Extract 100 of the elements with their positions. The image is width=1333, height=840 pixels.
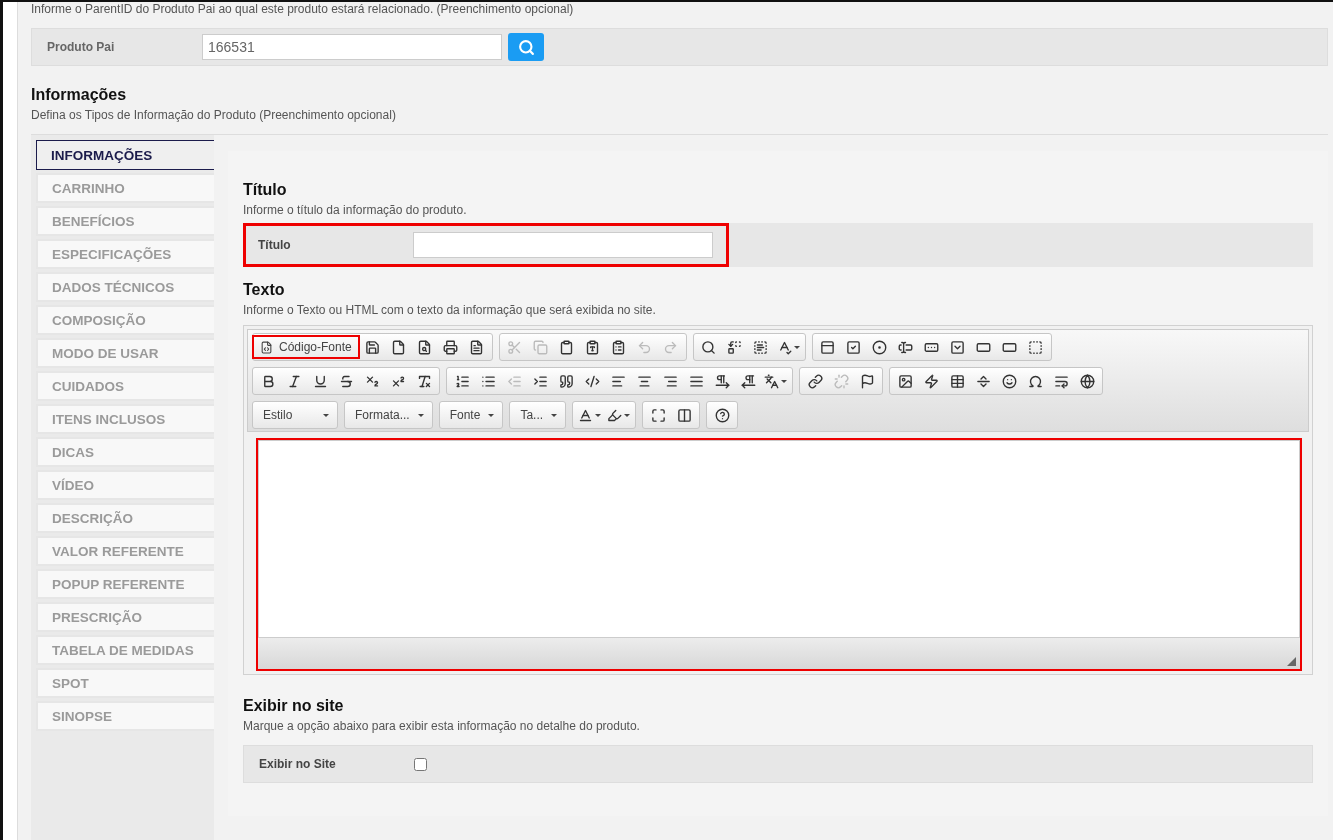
- div-icon: [584, 373, 600, 389]
- text-field-icon: [898, 339, 914, 355]
- field-label: Produto Pai: [47, 40, 116, 54]
- section-title: Título: [243, 181, 288, 199]
- show-on-site-checkbox[interactable]: [414, 757, 427, 771]
- tab[interactable]: BENEFÍCIOS: [36, 206, 214, 236]
- form-icon: [820, 339, 836, 355]
- indent-icon: [532, 373, 548, 389]
- resize-grip-icon[interactable]: [1287, 657, 1296, 666]
- source-file-icon: [260, 340, 273, 354]
- caret-icon: [417, 413, 424, 417]
- tab[interactable]: POPUP REFERENTE: [36, 569, 214, 599]
- tab[interactable]: ESPECIFICAÇÕES: [36, 239, 214, 269]
- toolbar-dropdown[interactable]: Fonte: [441, 403, 501, 427]
- section-description: Defina os Tipos de Informação do Produto (Preenchimento opcional): [31, 108, 397, 122]
- align-right-icon: [662, 373, 678, 389]
- cut-icon: [507, 339, 523, 355]
- save-icon: [365, 339, 381, 355]
- tab[interactable]: INFORMAÇÕES: [36, 140, 214, 170]
- tab[interactable]: MODO DE USAR: [36, 338, 214, 368]
- tab[interactable]: CUIDADOS: [36, 371, 214, 401]
- section-description: Informe o Texto ou HTML com o texto da informação que será exibida no site.: [243, 303, 657, 317]
- search-icon: [701, 339, 717, 355]
- field-label: Exibir no Site: [259, 757, 337, 771]
- tab[interactable]: COMPOSIÇÃO: [36, 305, 214, 335]
- flash-icon: [923, 373, 939, 389]
- bulleted-list-icon: [480, 373, 496, 389]
- preview-icon: [417, 339, 433, 355]
- page-break-icon: [1053, 373, 1069, 389]
- text-color-icon: [578, 407, 594, 423]
- rtl-icon: [740, 373, 756, 389]
- section-description: Informe o título da informação do produto.: [243, 203, 468, 217]
- iframe-icon: [1079, 373, 1095, 389]
- caret-icon: [323, 413, 329, 417]
- replace-icon: [727, 339, 743, 355]
- numbered-list-icon: [454, 373, 470, 389]
- paste-word-icon: [611, 339, 627, 355]
- maximize-icon: [650, 407, 666, 423]
- tab[interactable]: ITENS INCLUSOS: [36, 404, 214, 434]
- justify-icon: [688, 373, 704, 389]
- paste-text-icon: [585, 339, 601, 355]
- help-icon: [714, 407, 730, 423]
- table-icon: [949, 373, 965, 389]
- editor-content-area[interactable]: [256, 438, 1302, 671]
- field-label: Título: [258, 238, 292, 252]
- toolbar-dropdown[interactable]: Estilo: [255, 403, 335, 427]
- caret-icon: [551, 413, 558, 417]
- title-input[interactable]: [413, 232, 713, 258]
- tab[interactable]: PRESCRIÇÃO: [36, 602, 214, 632]
- remove-format-icon: [416, 373, 432, 389]
- tab[interactable]: CARRINHO: [36, 173, 214, 203]
- print-icon: [443, 339, 459, 355]
- blockquote-icon: [558, 373, 574, 389]
- superscript-icon: [390, 373, 406, 389]
- align-center-icon: [636, 373, 652, 389]
- hidden-field-icon: [1028, 339, 1044, 355]
- section-title: Informações: [31, 86, 128, 104]
- caret-icon: [624, 413, 631, 417]
- tab[interactable]: SINOPSE: [36, 701, 214, 731]
- anchor-icon: [859, 373, 875, 389]
- italic-icon: [286, 373, 302, 389]
- ltr-icon: [714, 373, 730, 389]
- template-icon: [469, 339, 485, 355]
- checkbox-icon: [846, 339, 862, 355]
- copy-icon: [533, 339, 549, 355]
- search-icon: [517, 38, 535, 56]
- strikethrough-icon: [338, 373, 354, 389]
- new-page-icon: [391, 339, 407, 355]
- tab[interactable]: VÍDEO: [36, 470, 214, 500]
- toolbar-dropdown[interactable]: Ta...: [512, 403, 564, 427]
- smiley-icon: [1001, 373, 1017, 389]
- show-blocks-icon: [676, 407, 692, 423]
- undo-icon: [637, 339, 653, 355]
- outdent-icon: [506, 373, 522, 389]
- source-code-button[interactable]: Código-Fonte: [252, 335, 360, 359]
- background-color-icon: [607, 407, 623, 423]
- tab[interactable]: DADOS TÉCNICOS: [36, 272, 214, 302]
- tab[interactable]: DESCRIÇÃO: [36, 503, 214, 533]
- link-icon: [807, 373, 823, 389]
- subscript-icon: [364, 373, 380, 389]
- paste-icon: [559, 339, 575, 355]
- caret-icon: [488, 413, 495, 417]
- tab[interactable]: TABELA DE MEDIDAS: [36, 635, 214, 665]
- caret-icon: [781, 379, 787, 383]
- tab[interactable]: SPOT: [36, 668, 214, 698]
- tab[interactable]: VALOR REFERENTE: [36, 536, 214, 566]
- radio-icon: [872, 339, 888, 355]
- section-description: Marque a opção abaixo para exibir esta informação no detalhe do produto.: [243, 719, 641, 733]
- toolbar-dropdown[interactable]: Formata...: [347, 403, 430, 427]
- tab[interactable]: DICAS: [36, 437, 214, 467]
- caret-icon: [595, 413, 602, 417]
- language-icon: [764, 373, 779, 389]
- underline-icon: [312, 373, 328, 389]
- parent-description: Informe o ParentID do Produto Pai ao qual este produto estará relacionado. (Preenchimento opcional): [31, 2, 575, 16]
- redo-icon: [663, 339, 679, 355]
- section-title: Texto: [243, 281, 286, 299]
- select-icon: [950, 339, 966, 355]
- caret-icon: [793, 345, 800, 349]
- parent-id-input[interactable]: 166531: [202, 34, 502, 60]
- image-icon: [897, 373, 913, 389]
